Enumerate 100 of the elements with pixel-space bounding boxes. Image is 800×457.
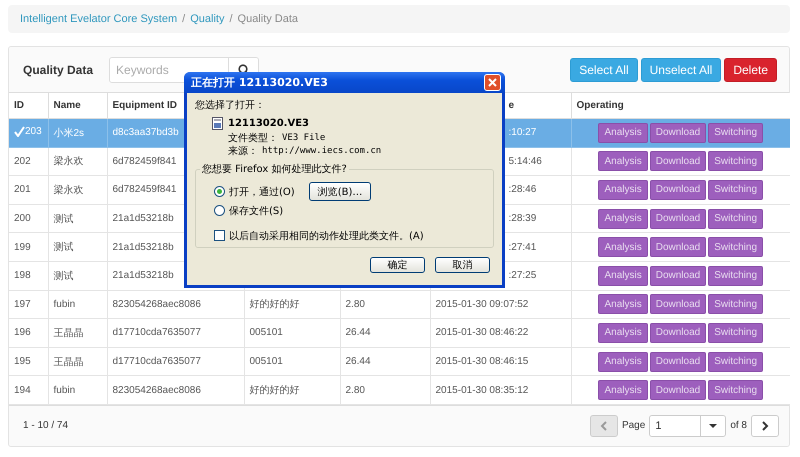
table-row[interactable]: 197 fubin 823054268aec8086 好的好的好 2.80 2015-01-30 09:07:52 Analysis Download Switching	[9, 290, 790, 319]
breadcrumb-link[interactable]: Quality	[190, 13, 224, 25]
table-row[interactable]: 195 王晶晶 d17710cda7635077 005101 26.44 2015-01-30 08:46:15 Analysis Download Switching	[9, 347, 790, 376]
table-cell: 201	[14, 184, 31, 196]
column-header: Name	[54, 100, 81, 111]
table-cell: 196	[14, 327, 31, 338]
action-button[interactable]: Switching	[708, 294, 764, 314]
action-button[interactable]: Switching	[708, 208, 764, 229]
action-button[interactable]: Switching	[708, 122, 764, 143]
table-cell: :27:41	[508, 242, 536, 253]
action-button[interactable]: Switching	[708, 180, 764, 200]
action-button[interactable]: Analysis	[598, 322, 648, 343]
action-button[interactable]: Download	[650, 180, 706, 200]
page-label: Page	[622, 420, 646, 432]
dialog-button[interactable]: 取消	[435, 257, 490, 273]
panel-title: Quality Data	[23, 62, 94, 76]
table-cell: 203	[25, 126, 42, 137]
table-row[interactable]: 196 王晶晶 d17710cda7635077 005101 26.44 2015-01-30 08:46:22 Analysis Download Switching	[9, 318, 790, 348]
delete-button[interactable]: Delete	[724, 58, 777, 82]
table-cell: 好的好的好	[250, 385, 300, 396]
next-page-button[interactable]	[751, 414, 779, 437]
table-cell: 梁永欢	[54, 156, 84, 168]
field-value: http://www.iecs.com.cn	[262, 145, 382, 158]
action-button[interactable]: Analysis	[598, 180, 648, 200]
table-cell: 823054268aec8086	[112, 298, 201, 310]
select-button[interactable]: Select All	[570, 58, 638, 82]
action-button[interactable]: Switching	[708, 237, 764, 258]
action-button[interactable]: Switching	[708, 151, 764, 172]
page-select[interactable]: 1	[649, 414, 726, 437]
table-cell: 21a1d53218b	[112, 213, 174, 224]
table-cell: 6d782459f841	[112, 156, 176, 167]
table-cell: 198	[14, 270, 31, 282]
table-row[interactable]: 194 fubin 823054268aec8086 好的好的好 2.80 2015-01-30 08:35:12 Analysis Download Switching	[9, 376, 790, 404]
action-button[interactable]: Analysis	[598, 294, 648, 314]
table-cell: 小米2s	[54, 128, 84, 139]
action-button[interactable]: Analysis	[598, 237, 648, 258]
action-button[interactable]: Analysis	[598, 151, 648, 172]
table-cell: d17710cda7635077	[112, 327, 201, 338]
table-cell: 194	[14, 384, 31, 396]
action-button[interactable]: Download	[650, 151, 706, 172]
table-cell: fubin	[54, 384, 76, 396]
close-icon	[488, 78, 497, 87]
table-cell: 26.44	[346, 356, 371, 368]
breadcrumb-current: Quality Data	[238, 13, 298, 25]
table-cell: 王晶晶	[54, 328, 84, 339]
action-button[interactable]: Download	[650, 122, 706, 143]
action-button[interactable]: Switching	[708, 266, 764, 286]
table-cell: :27:25	[508, 270, 536, 282]
action-button[interactable]: Download	[650, 352, 706, 372]
table-cell: 2.80	[346, 298, 365, 310]
dialog-button[interactable]: 确定	[370, 257, 425, 273]
action-button[interactable]: Switching	[708, 322, 764, 343]
table-cell: 测试	[54, 242, 74, 254]
action-button[interactable]: Download	[650, 208, 706, 229]
browse-button[interactable]: 浏览(B)…	[308, 182, 372, 201]
table-cell: 195	[14, 356, 31, 368]
action-button[interactable]: Download	[650, 322, 706, 343]
action-button[interactable]: Switching	[708, 352, 764, 372]
table-cell: 测试	[54, 214, 74, 225]
close-button[interactable]	[484, 74, 501, 91]
radio-button[interactable]	[214, 205, 225, 216]
column-header: Equipment ID	[112, 100, 177, 111]
action-button[interactable]: Analysis	[598, 352, 648, 372]
action-button[interactable]: Analysis	[598, 266, 648, 286]
field-label: 来源：	[228, 145, 258, 158]
action-button[interactable]: Switching	[708, 380, 764, 400]
action-button[interactable]: Download	[650, 294, 706, 314]
action-button[interactable]: Analysis	[598, 208, 648, 229]
radio-button[interactable]	[214, 186, 225, 197]
column-header: Operating	[576, 100, 624, 111]
chevron-left-icon	[600, 420, 608, 431]
table-cell: 21a1d53218b	[112, 270, 174, 282]
table-cell: 202	[14, 156, 31, 167]
radio-label[interactable]: 保存文件(S)	[229, 204, 284, 218]
column-header: e	[508, 100, 514, 111]
table-cell: d8c3aa37bd3b	[112, 127, 179, 138]
field-value: VE3 File	[282, 132, 326, 145]
table-cell: 26.44	[346, 327, 371, 338]
table-cell: 823054268aec8086	[112, 384, 201, 396]
page-total: of 8	[730, 420, 747, 432]
table-cell: 21a1d53218b	[112, 242, 174, 253]
action-button[interactable]: Download	[650, 266, 706, 286]
field-label: 文件类型：	[228, 132, 278, 145]
table-cell: 2015-01-30 08:46:15	[436, 356, 528, 368]
action-button[interactable]: Analysis	[598, 122, 648, 143]
select-button[interactable]: Unselect All	[640, 58, 722, 82]
table-cell: :28:39	[508, 213, 536, 224]
action-button[interactable]: Download	[650, 380, 706, 400]
checkbox[interactable]	[214, 230, 225, 241]
breadcrumb-link[interactable]: Intelligent Evelator Core System	[20, 13, 178, 25]
breadcrumb-separator: /	[181, 13, 186, 25]
caret-down-icon	[709, 424, 718, 428]
column-header: ID	[14, 100, 24, 111]
table-cell: 2015-01-30 08:46:22	[436, 327, 528, 338]
action-button[interactable]: Analysis	[598, 380, 648, 400]
table-cell: 王晶晶	[54, 356, 84, 368]
check-icon	[14, 126, 25, 137]
radio-label[interactable]: 打开，通过(O)	[229, 184, 295, 198]
file-name: 12113020.VE3	[228, 118, 309, 129]
action-button[interactable]: Download	[650, 237, 706, 258]
